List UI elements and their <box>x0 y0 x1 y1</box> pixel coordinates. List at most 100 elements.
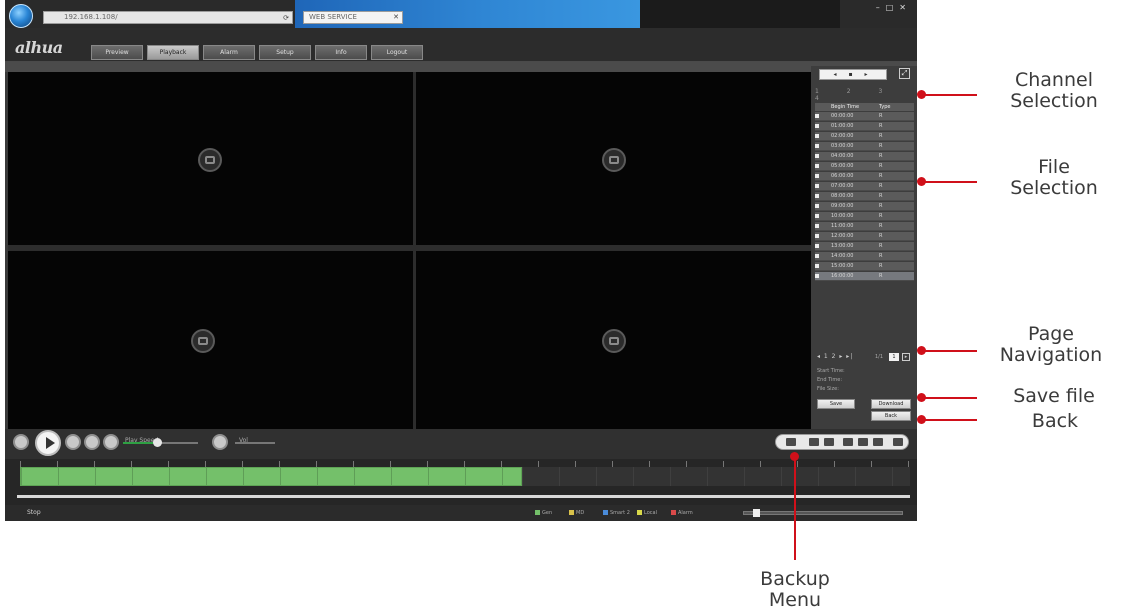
maximize-icon[interactable]: □ <box>886 3 900 12</box>
recorded-segment[interactable] <box>20 467 522 486</box>
file-row[interactable]: 16:00:00 R <box>815 272 914 281</box>
clip-icon[interactable] <box>786 438 796 446</box>
file-row[interactable]: 08:00:00 R <box>815 192 914 201</box>
file-checkbox[interactable] <box>815 124 819 128</box>
file-checkbox[interactable] <box>815 134 819 138</box>
legend-label: Local <box>644 510 657 516</box>
download-button[interactable]: Download <box>871 399 911 409</box>
file-checkbox[interactable] <box>815 184 819 188</box>
speed-slider-knob[interactable] <box>153 438 162 447</box>
browser-icon[interactable] <box>9 4 33 28</box>
speed-slider-fill <box>123 442 157 444</box>
close-tab-icon[interactable]: ✕ <box>393 12 399 23</box>
end-time-label: End Time: <box>817 377 843 383</box>
tab-logout[interactable]: Logout <box>371 45 423 60</box>
file-checkbox[interactable] <box>815 174 819 178</box>
unrecorded-segment[interactable] <box>522 467 910 486</box>
snapshot-icon[interactable] <box>824 438 834 446</box>
file-row[interactable]: 05:00:00 R <box>815 162 914 171</box>
address-bar[interactable]: 192.168.1.108/ ⟳ <box>43 11 293 24</box>
file-checkbox[interactable] <box>815 164 819 168</box>
window-controls[interactable]: –□✕ <box>876 3 912 12</box>
minimize-icon[interactable]: – <box>876 3 886 12</box>
play-button[interactable] <box>35 430 61 456</box>
file-checkbox[interactable] <box>815 234 819 238</box>
browser-tab-label: WEB SERVICE <box>309 13 357 21</box>
file-row[interactable]: 10:00:00 R <box>815 212 914 221</box>
go-page-button[interactable]: ▸ <box>902 353 910 361</box>
stop-button[interactable] <box>13 434 29 450</box>
timeline-scrollbar[interactable] <box>17 495 910 498</box>
sync-icon[interactable] <box>858 438 868 446</box>
file-begin-time: 02:00:00 <box>831 133 854 139</box>
file-checkbox[interactable] <box>815 194 819 198</box>
record-icon[interactable] <box>843 438 853 446</box>
file-row[interactable]: 07:00:00 R <box>815 182 914 191</box>
channel-selector[interactable]: 1 2 3 4 <box>815 88 913 102</box>
file-checkbox[interactable] <box>815 204 819 208</box>
video-pane-3[interactable] <box>8 251 413 429</box>
file-checkbox[interactable] <box>815 274 819 278</box>
pane-divider-vertical <box>413 72 416 429</box>
video-grid <box>8 72 811 429</box>
tab-preview[interactable]: Preview <box>91 45 143 60</box>
tab-alarm[interactable]: Alarm <box>203 45 255 60</box>
legend-swatch <box>569 510 574 515</box>
file-row[interactable]: 00:00:00 R <box>815 112 914 121</box>
video-pane-1[interactable] <box>8 72 413 245</box>
status-bar: Stop Gen MD Smart 2 Local Alarm <box>5 505 917 521</box>
file-checkbox[interactable] <box>815 154 819 158</box>
calendar-toggle[interactable]: ◂ ▪ ▸ <box>819 69 887 80</box>
folder-icon[interactable] <box>893 438 903 446</box>
fullscreen-icon[interactable]: ⤢ <box>899 68 910 79</box>
file-checkbox[interactable] <box>815 214 819 218</box>
close-icon[interactable]: ✕ <box>899 3 912 12</box>
file-checkbox[interactable] <box>815 244 819 248</box>
file-row[interactable]: 13:00:00 R <box>815 242 914 251</box>
leader-dot-file <box>917 177 926 186</box>
volume-slider-track[interactable] <box>235 442 275 444</box>
page-input[interactable]: 1 <box>889 353 899 361</box>
tab-info[interactable]: Info <box>315 45 367 60</box>
slow-button[interactable] <box>84 434 100 450</box>
sound-button[interactable] <box>212 434 228 450</box>
refresh-icon[interactable]: ⟳ <box>283 13 289 24</box>
legend-item: Local <box>637 510 657 516</box>
file-row[interactable]: 04:00:00 R <box>815 152 914 161</box>
record-timeline[interactable] <box>5 459 917 505</box>
file-checkbox[interactable] <box>815 224 819 228</box>
file-checkbox[interactable] <box>815 114 819 118</box>
tab-playback[interactable]: Playback <box>147 45 199 60</box>
file-row[interactable]: 01:00:00 R <box>815 122 914 131</box>
save-button[interactable]: Save <box>817 399 855 409</box>
file-row[interactable]: 15:00:00 R <box>815 262 914 271</box>
file-checkbox[interactable] <box>815 254 819 258</box>
file-row[interactable]: 09:00:00 R <box>815 202 914 211</box>
backup-menu[interactable] <box>775 434 909 450</box>
file-checkbox[interactable] <box>815 144 819 148</box>
legend-label: Alarm <box>678 510 693 516</box>
page-buttons[interactable]: ◂ 1 2 ▸ ▸| <box>817 352 853 362</box>
timeline-zoom-knob[interactable] <box>753 509 760 517</box>
download-icon[interactable] <box>809 438 819 446</box>
file-begin-time: 16:00:00 <box>831 273 854 279</box>
file-row[interactable]: 03:00:00 R <box>815 142 914 151</box>
tab-setup[interactable]: Setup <box>259 45 311 60</box>
settings-icon[interactable] <box>873 438 883 446</box>
fast-button[interactable] <box>103 434 119 450</box>
timeline-zoom-track[interactable] <box>743 511 903 515</box>
legend-item: Alarm <box>671 510 693 516</box>
file-checkbox[interactable] <box>815 264 819 268</box>
video-pane-2[interactable] <box>416 72 811 245</box>
file-row[interactable]: 06:00:00 R <box>815 172 914 181</box>
leader-line-backup <box>794 456 796 560</box>
pause-button[interactable] <box>65 434 81 450</box>
browser-tab[interactable]: WEB SERVICE ✕ <box>303 11 403 24</box>
back-button[interactable]: Back <box>871 411 911 421</box>
video-pane-4[interactable] <box>416 251 811 429</box>
file-row[interactable]: 12:00:00 R <box>815 232 914 241</box>
file-row[interactable]: 11:00:00 R <box>815 222 914 231</box>
file-row[interactable]: 02:00:00 R <box>815 132 914 141</box>
camera-icon <box>602 329 626 353</box>
file-row[interactable]: 14:00:00 R <box>815 252 914 261</box>
